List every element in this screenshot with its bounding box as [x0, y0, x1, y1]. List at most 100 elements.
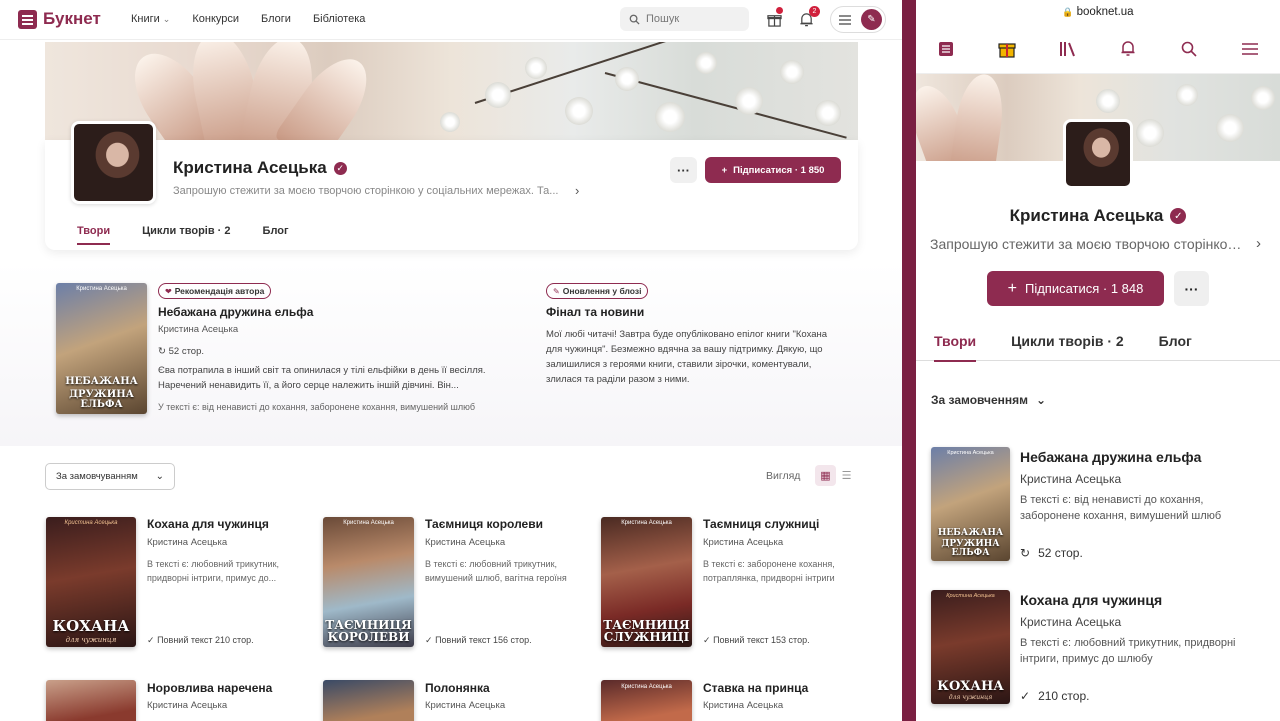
- book-cover[interactable]: [323, 680, 414, 721]
- cover-title: КОХАНА: [52, 617, 130, 635]
- mobile-search-button[interactable]: [1178, 38, 1200, 60]
- cover-author: Кристина Асецька: [621, 520, 672, 526]
- mobile-book-cover[interactable]: Кристина Асецька КОХАНА для чужинця: [931, 590, 1010, 704]
- chevron-right-icon[interactable]: ›: [1256, 235, 1261, 252]
- book-cover[interactable]: Кристина Асецька ТАЄМНИЦЯ СЛУЖНИЦІ: [601, 517, 692, 647]
- book-author[interactable]: Кристина Асецька: [147, 700, 227, 711]
- book-cover[interactable]: Кристина Асецька: [601, 680, 692, 721]
- chevron-down-icon: ⌄: [162, 14, 171, 24]
- mobile-menu-button[interactable]: [1239, 38, 1261, 60]
- cover-title: НЕБАЖАНА ДРУЖИНА ЕЛЬФА: [56, 377, 147, 410]
- subscribe-button[interactable]: + Підписатися · 1 850: [705, 157, 841, 183]
- book-title[interactable]: Таємниця королеви: [425, 517, 543, 531]
- pages-text: 52 стор.: [168, 346, 205, 357]
- mobile-book-title[interactable]: Небажана дружина ельфа: [1020, 449, 1201, 465]
- cover-author: Кристина Асецька: [343, 520, 394, 526]
- mobile-tab-blog[interactable]: Блог: [1159, 320, 1192, 361]
- mobile-notifications-button[interactable]: [1117, 38, 1139, 60]
- mobile-book-cover[interactable]: Кристина Асецька НЕБАЖАНА ДРУЖИНА ЕЛЬФА: [931, 447, 1010, 561]
- mobile-subscribe-button[interactable]: + Підписатися · 1 848: [987, 271, 1164, 306]
- tab-blog[interactable]: Блог: [263, 225, 289, 245]
- banner-flower: [735, 87, 763, 115]
- mobile-book-author[interactable]: Кристина Асецька: [1020, 472, 1121, 486]
- book-title[interactable]: Таємниця служниці: [703, 517, 819, 531]
- banner-flower: [525, 57, 547, 79]
- hamburger-icon: [839, 14, 851, 25]
- book-author[interactable]: Кристина Асецька: [425, 537, 505, 548]
- author-bio: Запрошую стежити за моєю творчою сторінк…: [173, 185, 559, 197]
- nav-blogs[interactable]: Блоги: [261, 13, 291, 25]
- book-author[interactable]: Кристина Асецька: [703, 700, 783, 711]
- site-logo[interactable]: Букнет: [18, 9, 101, 29]
- book-cover[interactable]: Кристина Асецька ТАЄМНИЦЯ КОРОЛЕВИ: [323, 517, 414, 647]
- book-cover[interactable]: [46, 680, 136, 721]
- nav-library[interactable]: Бібліотека: [313, 13, 365, 25]
- grid-view-button[interactable]: ▦: [815, 465, 836, 486]
- chevron-down-icon: ⌄: [155, 471, 164, 482]
- book-pages: ✓ Повний текст 156 стор.: [425, 635, 532, 646]
- book-tags: В тексті є: заборонене кохання, потрапля…: [703, 557, 835, 585]
- cover-title-line-2: ДРУЖИНА ЕЛЬФА: [941, 539, 1000, 558]
- mobile-sort-select[interactable]: За замовченням ⌄: [931, 393, 1046, 407]
- banner-flower: [695, 52, 717, 74]
- refresh-icon: ↻: [1020, 546, 1031, 560]
- cover-title-line-1: НЕБАЖАНА: [65, 376, 138, 387]
- sort-select[interactable]: За замовчуванням ⌄: [45, 463, 175, 490]
- browser-url-bar[interactable]: 🔒 booknet.ua: [916, 0, 1280, 24]
- book-title[interactable]: Норовлива наречена: [147, 681, 272, 695]
- book-author[interactable]: Кристина Асецька: [147, 537, 227, 548]
- tab-series[interactable]: Цикли творів · 2: [142, 225, 230, 245]
- blog-post-title[interactable]: Фінал та новини: [546, 305, 644, 319]
- tags-line-2: заборонене кохання, вимушений шлюб: [1020, 510, 1222, 522]
- mobile-author-bio: Запрошую стежити за моєю творчою сторінк…: [930, 236, 1250, 252]
- search-input[interactable]: Пошук: [620, 7, 749, 31]
- mobile-library-button[interactable]: [1057, 38, 1079, 60]
- pencil-icon: ✎: [553, 286, 560, 296]
- featured-book-cover[interactable]: Кристина Асецька НЕБАЖАНА ДРУЖИНА ЕЛЬФА: [56, 283, 147, 414]
- notifications-button[interactable]: 2: [797, 6, 820, 28]
- mobile-book-title[interactable]: Кохана для чужинця: [1020, 592, 1162, 608]
- book-author[interactable]: Кристина Асецька: [703, 537, 783, 548]
- tab-works[interactable]: Твори: [77, 225, 111, 245]
- featured-book-title[interactable]: Небажана дружина ельфа: [158, 305, 313, 319]
- mobile-more-options-button[interactable]: ···: [1174, 271, 1209, 306]
- mobile-tab-series[interactable]: Цикли творів · 2: [1011, 320, 1124, 361]
- author-avatar[interactable]: [71, 121, 156, 204]
- book-title[interactable]: Кохана для чужинця: [147, 517, 269, 531]
- pages-text: Повний текст 210 стор.: [157, 635, 254, 645]
- mobile-book-pages: ↻ 52 стор.: [1020, 546, 1083, 560]
- desktop-view: Букнет Книги ⌄ Конкурси Блоги Бібліотека …: [0, 0, 902, 721]
- search-icon: [1181, 41, 1197, 57]
- mobile-logo-button[interactable]: [935, 38, 957, 60]
- verified-check-icon: ✓: [1170, 208, 1187, 224]
- book-title[interactable]: Ставка на принца: [703, 681, 808, 695]
- sort-value: За замовчуванням: [56, 471, 138, 482]
- list-view-button[interactable]: ☰: [836, 465, 857, 486]
- gift-dot: [776, 7, 783, 14]
- cover-author: Кристина Асецька: [76, 286, 127, 292]
- pages-text: Повний текст 153 стор.: [713, 635, 810, 645]
- chevron-right-icon[interactable]: ›: [575, 183, 579, 198]
- user-menu-button[interactable]: ✎: [830, 6, 886, 33]
- nav-contests[interactable]: Конкурси: [192, 13, 239, 25]
- book-author[interactable]: Кристина Асецька: [425, 700, 505, 711]
- recommend-icon: ❤: [165, 286, 172, 296]
- tags-line-1: В тексті є: від ненависті до кохання,: [1020, 494, 1204, 506]
- mobile-author-avatar[interactable]: [1063, 119, 1133, 189]
- mobile-gift-button[interactable]: [996, 38, 1018, 60]
- mobile-tab-works[interactable]: Твори: [934, 320, 977, 362]
- mobile-book-author[interactable]: Кристина Асецька: [1020, 615, 1121, 629]
- view-label: Вигляд: [766, 470, 801, 482]
- more-options-button[interactable]: ···: [670, 157, 697, 183]
- nav-books[interactable]: Книги ⌄: [131, 13, 170, 25]
- banner-page-decor: [949, 74, 1008, 161]
- gift-button[interactable]: [765, 7, 783, 28]
- book-title[interactable]: Полонянка: [425, 681, 490, 695]
- mobile-book-pages: ✓ 210 стор.: [1020, 689, 1089, 703]
- banner-flower: [780, 60, 804, 84]
- banner-flower: [1096, 89, 1120, 113]
- author-name: Кристина Асецька ✓: [173, 158, 347, 178]
- featured-book-author[interactable]: Кристина Асецька: [158, 324, 238, 335]
- book-cover[interactable]: Кристина Асецька КОХАНА для чужинця: [46, 517, 136, 647]
- blog-line-4: злилася та раділи разом з ними.: [546, 374, 690, 385]
